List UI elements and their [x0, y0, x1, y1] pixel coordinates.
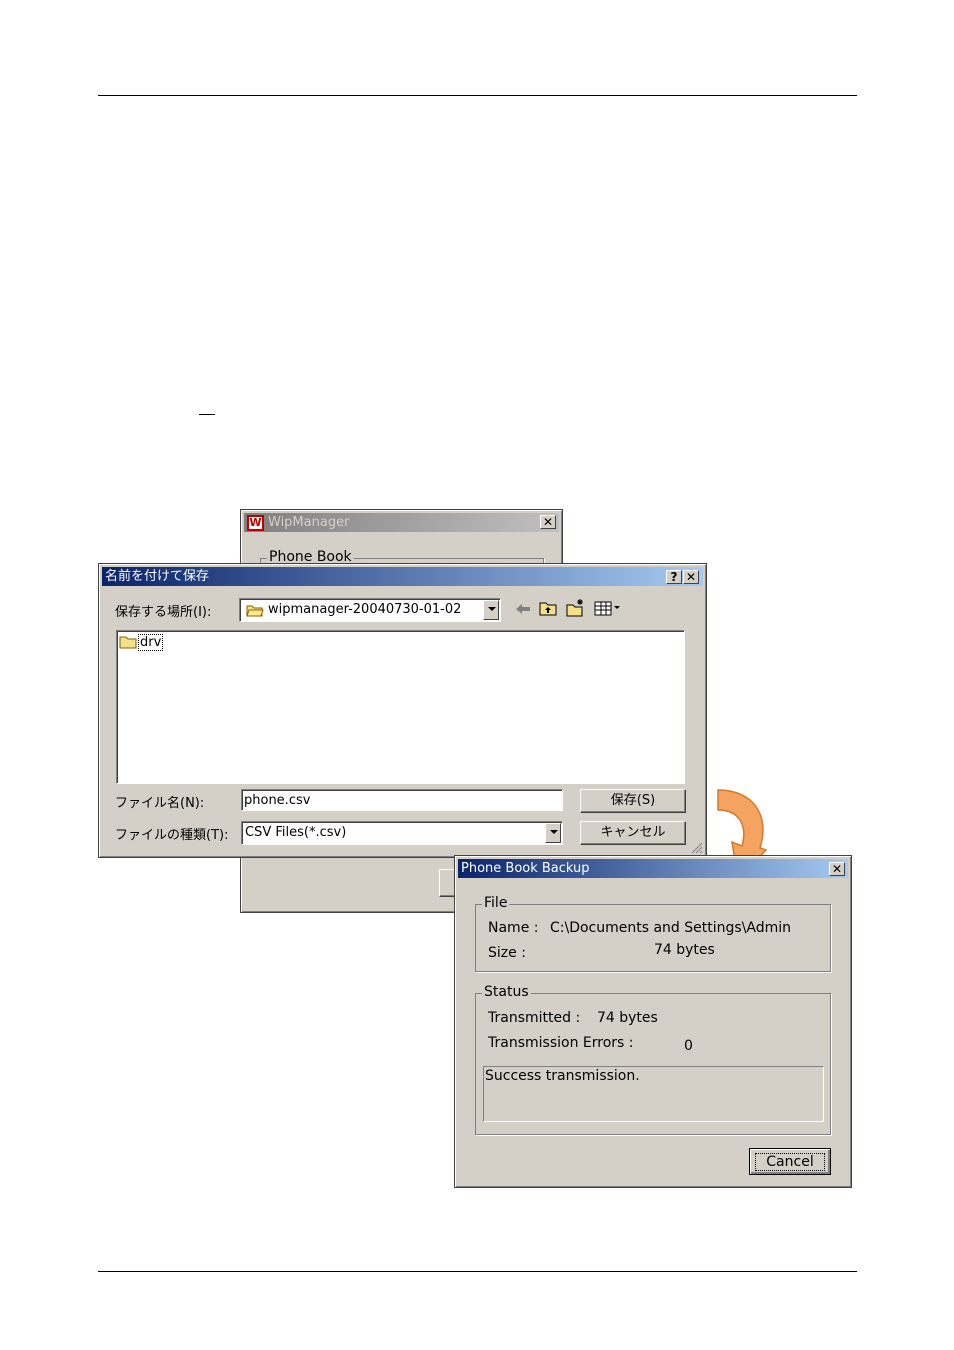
save-as-titlebar: 名前を付けて保存 — [102, 567, 703, 586]
backup-cancel-label: Cancel — [755, 1153, 825, 1171]
file-size-value: 74 bytes — [654, 942, 715, 958]
wipmanager-title: WipManager — [268, 515, 350, 530]
help-button[interactable]: ? — [666, 570, 682, 584]
save-location-dropdown-icon[interactable] — [483, 600, 499, 620]
filetype-select[interactable]: CSV Files(*.csv) — [241, 821, 563, 845]
resize-grip-icon[interactable] — [691, 842, 703, 854]
status-message-box: Success transmission. — [483, 1066, 824, 1122]
backup-titlebar: Phone Book Backup — [458, 859, 848, 878]
new-folder-icon[interactable] — [565, 598, 585, 618]
transmitted-value: 74 bytes — [597, 1010, 658, 1026]
file-group-label: File — [482, 895, 510, 911]
wipmanager-titlebar: WipManager — [244, 513, 559, 532]
view-menu-icon[interactable] — [593, 598, 623, 618]
folder-open-icon — [246, 605, 264, 617]
back-arrow-icon[interactable] — [513, 599, 533, 619]
status-message: Success transmission. — [485, 1068, 640, 1084]
save-as-close-button[interactable]: ✕ — [683, 570, 699, 584]
text-underscore-mark — [199, 414, 215, 415]
folder-icon — [119, 636, 137, 649]
file-group — [475, 904, 831, 972]
file-size-label: Size : — [488, 945, 526, 961]
backup-close-button[interactable]: ✕ — [829, 862, 845, 876]
save-location-value: wipmanager-20040730-01-02 — [268, 602, 462, 617]
filename-label: ファイル名(N): — [115, 796, 205, 811]
filetype-dropdown-icon[interactable] — [545, 823, 561, 843]
save-location-select[interactable]: wipmanager-20040730-01-02 — [239, 598, 501, 622]
cancel-button[interactable]: キャンセル — [580, 821, 686, 845]
save-as-dialog: 名前を付けて保存 ? ✕ 保存する場所(I): wipmanager-20040… — [98, 563, 707, 858]
up-folder-icon[interactable] — [538, 598, 558, 618]
save-location-label: 保存する場所(I): — [115, 605, 212, 620]
header-rule — [98, 95, 857, 96]
backup-cancel-button[interactable]: Cancel — [749, 1148, 831, 1175]
wipmanager-logo-icon: W — [247, 515, 264, 531]
file-name: drv — [138, 634, 164, 651]
save-button[interactable]: 保存(S) — [580, 789, 686, 813]
phonebook-backup-dialog: Phone Book Backup ✕ File Name : C:\Docum… — [454, 855, 852, 1188]
transmitted-label: Transmitted : — [488, 1010, 581, 1026]
file-name-value: C:\Documents and Settings\Admin — [550, 920, 792, 936]
filetype-value: CSV Files(*.csv) — [245, 825, 347, 840]
wipmanager-close-button[interactable]: ✕ — [540, 515, 556, 529]
filename-input[interactable] — [241, 789, 563, 811]
file-list[interactable]: drv — [116, 630, 685, 784]
footer-rule — [98, 1271, 857, 1272]
backup-title: Phone Book Backup — [461, 861, 590, 876]
save-as-title: 名前を付けて保存 — [105, 569, 210, 584]
errors-label: Transmission Errors : — [488, 1035, 634, 1051]
filetype-label: ファイルの種類(T): — [115, 828, 229, 843]
errors-value: 0 — [684, 1038, 693, 1054]
status-group-label: Status — [482, 984, 531, 1000]
file-name-label: Name : — [488, 920, 539, 936]
